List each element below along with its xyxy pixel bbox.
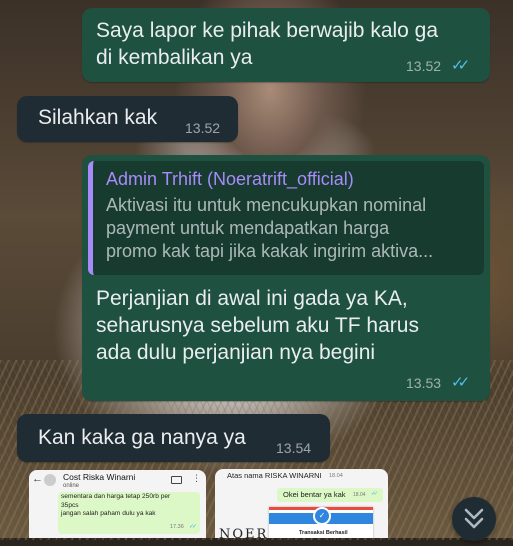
message-text: Perjanjian di awal ini gada ya KA, sehar… xyxy=(96,287,419,364)
avatar xyxy=(44,474,56,486)
more-options-icon: ⋮ xyxy=(192,473,201,483)
read-double-check-icon: ✓✓ xyxy=(451,57,470,74)
contact-name: Cost Riska Winarni xyxy=(63,472,136,482)
scroll-to-bottom-button[interactable] xyxy=(452,497,496,541)
thumbnail-bubble-time: 17.36 xyxy=(170,524,184,530)
message-bubble-incoming[interactable]: Silahkan kak 13.52 xyxy=(17,96,238,142)
message-time: 13.54 xyxy=(276,440,312,456)
quoted-reply[interactable]: Admin Trhift (Noeratrift_official) Aktiv… xyxy=(88,161,484,275)
success-check-icon: ✓ xyxy=(313,507,331,525)
thumbnail-bubble-text: Okei bentar ya kak xyxy=(283,490,346,499)
transfer-receipt: ✓ Transaksi Berhasil xyxy=(269,507,373,538)
thumbnail-bubble-time: 18.04 xyxy=(353,492,366,498)
contact-status: online xyxy=(63,483,80,489)
message-bubble-incoming[interactable]: Kan kaka ga nanya ya 13.54 xyxy=(17,414,330,462)
message-bubble-outgoing[interactable]: Saya lapor ke pihak berwajib kalo ga di … xyxy=(82,8,490,82)
reply-sender-name: Admin Trhift (Noeratrift_official) xyxy=(106,169,354,189)
double-chevron-down-icon xyxy=(464,508,484,529)
read-double-check-icon: ✓✓ xyxy=(189,524,197,530)
receipt-status: Transaksi Berhasil xyxy=(299,530,348,536)
message-bubble-outgoing-reply[interactable]: Admin Trhift (Noeratrift_official) Aktiv… xyxy=(82,155,490,401)
image-thumbnail[interactable]: Atas nama RISKA WINARNI 18.04 Okei benta… xyxy=(215,469,388,538)
logo-fragment: NOER xyxy=(219,527,269,538)
message-time: 13.53 xyxy=(406,375,442,391)
thumbnail-bubble: sementara dan harga tetap 250rb per 35pc… xyxy=(58,492,200,534)
message-time: 13.52 xyxy=(185,120,221,136)
message-text: Kan kaka ga nanya ya xyxy=(38,426,246,449)
message-text: Silahkan kak xyxy=(38,106,158,129)
message-time: 13.52 xyxy=(406,58,442,74)
image-thumbnail[interactable]: ← Cost Riska Winarni online ⋮ sementara … xyxy=(29,470,206,538)
back-arrow-icon: ← xyxy=(32,473,43,485)
thumbnail-bubble-text: sementara dan harga tetap 250rb per 35pc… xyxy=(61,493,171,517)
thumbnail-header: Atas nama RISKA WINARNI xyxy=(227,471,322,480)
read-double-check-icon: ✓✓ xyxy=(371,491,378,497)
thumbnail-header-time: 18.04 xyxy=(329,473,343,479)
thumbnail-bubble: Okei bentar ya kak 18.04 ✓✓ xyxy=(277,488,383,502)
reply-text: Aktivasi itu untuk mencukupkan nominal p… xyxy=(106,195,434,261)
read-double-check-icon: ✓✓ xyxy=(451,374,470,391)
video-call-icon xyxy=(171,476,182,484)
